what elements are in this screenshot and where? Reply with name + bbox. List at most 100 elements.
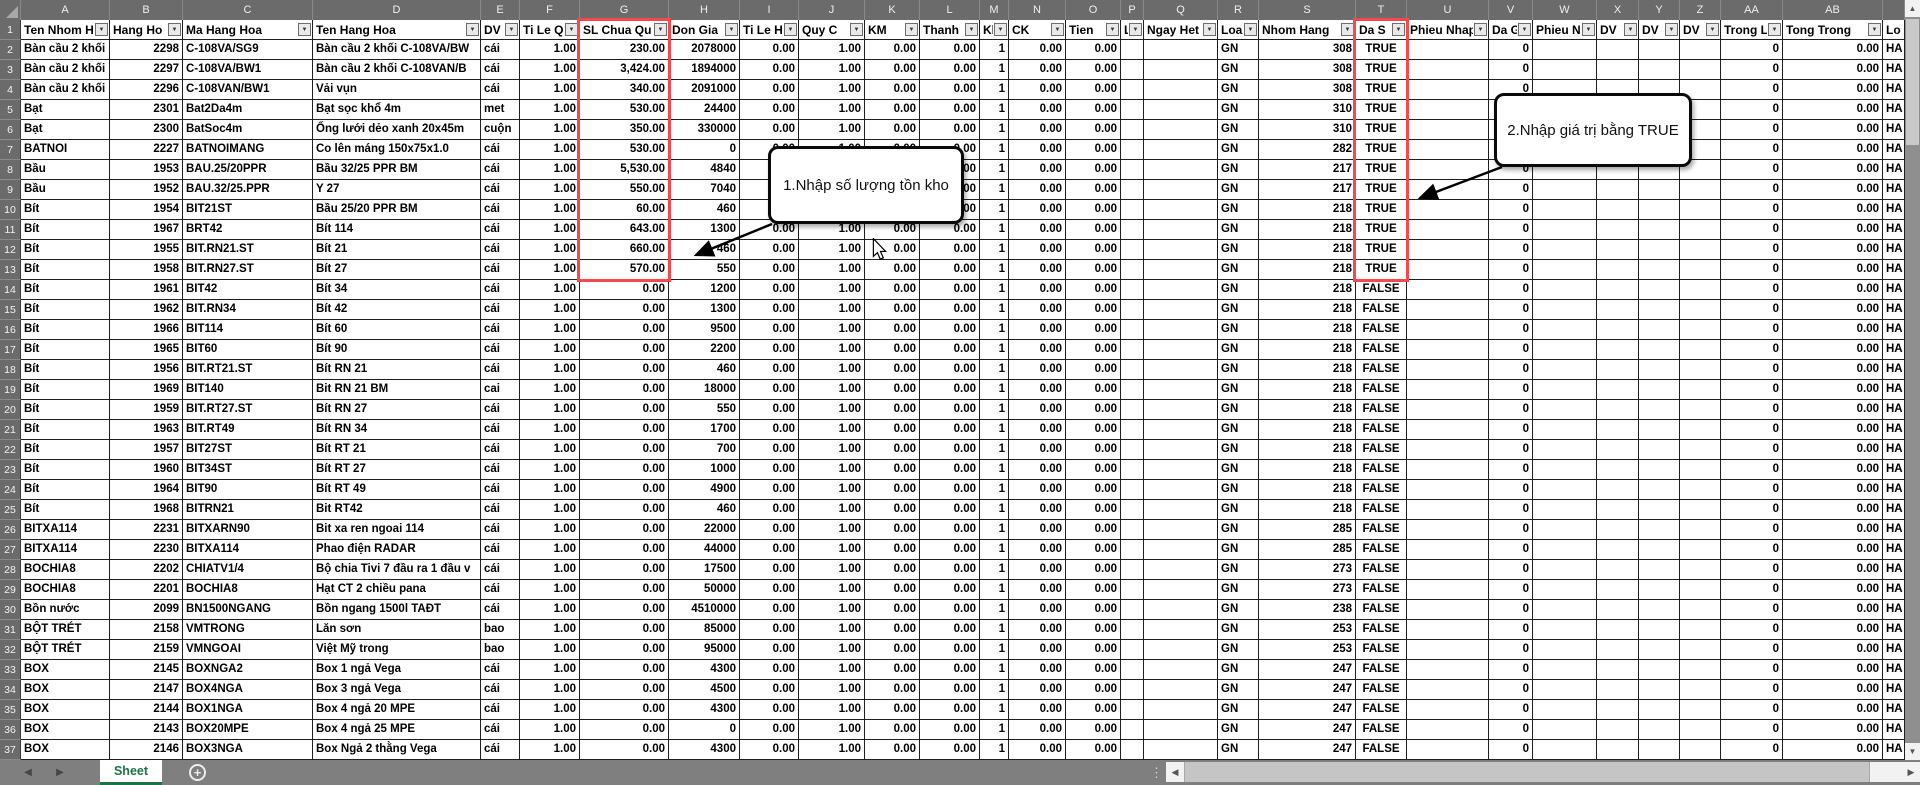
cell[interactable]: 1.00 bbox=[799, 360, 865, 380]
cell[interactable]: BOXNGA2 bbox=[183, 660, 313, 680]
cell[interactable] bbox=[1407, 560, 1489, 580]
cell[interactable] bbox=[1121, 240, 1144, 260]
cell[interactable] bbox=[1407, 260, 1489, 280]
cell[interactable]: TRUE bbox=[1356, 80, 1407, 100]
cell[interactable]: 0.00 bbox=[1783, 620, 1883, 640]
cell[interactable] bbox=[1533, 180, 1597, 200]
cell[interactable]: 0 bbox=[1489, 440, 1533, 460]
cell[interactable]: 273 bbox=[1259, 580, 1356, 600]
cell[interactable]: 2147 bbox=[110, 680, 183, 700]
cell[interactable]: 1.00 bbox=[520, 220, 580, 240]
cell[interactable]: 0.00 bbox=[920, 560, 980, 580]
cell[interactable] bbox=[1533, 700, 1597, 720]
column-letter-u[interactable]: U bbox=[1407, 0, 1489, 20]
cell[interactable]: 0.00 bbox=[865, 360, 920, 380]
cell[interactable] bbox=[1121, 40, 1144, 60]
cell[interactable] bbox=[1144, 740, 1218, 760]
cell[interactable]: 1.00 bbox=[799, 560, 865, 580]
cell[interactable] bbox=[1121, 140, 1144, 160]
cell[interactable]: 0 bbox=[1489, 420, 1533, 440]
cell[interactable]: BIT.RN21.ST bbox=[183, 240, 313, 260]
column-letter-r[interactable]: R bbox=[1218, 0, 1259, 20]
cell[interactable]: 0.00 bbox=[1009, 360, 1066, 380]
cell[interactable]: 0 bbox=[669, 720, 740, 740]
cell[interactable]: FALSE bbox=[1356, 480, 1407, 500]
cell[interactable] bbox=[1533, 480, 1597, 500]
cell[interactable]: GN bbox=[1218, 740, 1259, 760]
cell[interactable]: 1 bbox=[980, 280, 1009, 300]
row-number[interactable]: 12 bbox=[0, 240, 21, 260]
cell[interactable]: 0.00 bbox=[1783, 160, 1883, 180]
cell[interactable]: 0.00 bbox=[865, 680, 920, 700]
cell[interactable]: TRUE bbox=[1356, 180, 1407, 200]
cell[interactable]: Bít bbox=[21, 220, 110, 240]
cell[interactable]: GN bbox=[1218, 680, 1259, 700]
cell[interactable]: HA bbox=[1883, 600, 1905, 620]
cell[interactable]: 0 bbox=[1489, 400, 1533, 420]
cell[interactable]: 0.00 bbox=[580, 540, 669, 560]
cell[interactable]: 0.00 bbox=[1783, 660, 1883, 680]
cell[interactable]: 0.00 bbox=[1009, 140, 1066, 160]
cell[interactable]: 460 bbox=[669, 360, 740, 380]
cell[interactable]: 0.00 bbox=[740, 100, 799, 120]
cell[interactable]: 0.00 bbox=[920, 80, 980, 100]
cell[interactable]: 0.00 bbox=[580, 420, 669, 440]
cell[interactable]: 0.00 bbox=[1066, 580, 1121, 600]
cell[interactable]: C-108VA/SG9 bbox=[183, 40, 313, 60]
cell[interactable]: 5,530.00 bbox=[580, 160, 669, 180]
cell[interactable] bbox=[1680, 560, 1721, 580]
cell[interactable]: GN bbox=[1218, 40, 1259, 60]
cell[interactable]: Bít bbox=[21, 460, 110, 480]
horizontal-scrollbar-thumb[interactable] bbox=[1184, 762, 1870, 782]
cell[interactable]: Bít bbox=[21, 320, 110, 340]
cell[interactable] bbox=[1533, 460, 1597, 480]
cell[interactable] bbox=[1597, 480, 1639, 500]
cell[interactable]: Bầu 32/25 PPR BM bbox=[313, 160, 481, 180]
cell[interactable]: 1.00 bbox=[520, 420, 580, 440]
cell[interactable] bbox=[1680, 280, 1721, 300]
cell[interactable]: 1 bbox=[980, 400, 1009, 420]
column-letter-a[interactable]: A bbox=[21, 0, 110, 20]
cell[interactable] bbox=[1121, 500, 1144, 520]
cell[interactable]: 0.00 bbox=[920, 120, 980, 140]
cell[interactable]: cái bbox=[481, 540, 520, 560]
cell[interactable]: 0.00 bbox=[740, 380, 799, 400]
cell[interactable]: 1 bbox=[980, 640, 1009, 660]
cell[interactable]: 0 bbox=[1721, 720, 1783, 740]
cell[interactable] bbox=[1533, 300, 1597, 320]
cell[interactable]: 0.00 bbox=[920, 740, 980, 760]
cell[interactable]: 1967 bbox=[110, 220, 183, 240]
cell[interactable]: BỘT TRÉT bbox=[21, 640, 110, 660]
cell[interactable]: Bàn cầu 2 khối C-108VA/BW bbox=[313, 40, 481, 60]
cell[interactable]: 218 bbox=[1259, 240, 1356, 260]
cell[interactable]: 0 bbox=[1721, 300, 1783, 320]
cell[interactable]: 1.00 bbox=[799, 400, 865, 420]
cell[interactable]: 1952 bbox=[110, 180, 183, 200]
cell[interactable]: 1.00 bbox=[520, 280, 580, 300]
cell[interactable]: 1 bbox=[980, 60, 1009, 80]
cell[interactable]: HA bbox=[1883, 360, 1905, 380]
cell[interactable]: 218 bbox=[1259, 440, 1356, 460]
cell[interactable]: 0.00 bbox=[1066, 600, 1121, 620]
cell[interactable] bbox=[1597, 340, 1639, 360]
cell[interactable] bbox=[1533, 380, 1597, 400]
cell[interactable]: Bít RT 27 bbox=[313, 460, 481, 480]
cell[interactable]: 0.00 bbox=[1009, 560, 1066, 580]
cell[interactable]: 1 bbox=[980, 700, 1009, 720]
cell[interactable]: 1.00 bbox=[799, 720, 865, 740]
cell[interactable]: 0.00 bbox=[1009, 100, 1066, 120]
cell[interactable]: 1963 bbox=[110, 420, 183, 440]
cell[interactable]: 0.00 bbox=[580, 460, 669, 480]
cell[interactable]: 0.00 bbox=[1783, 240, 1883, 260]
cell[interactable]: 1968 bbox=[110, 500, 183, 520]
select-all-corner[interactable] bbox=[0, 0, 21, 20]
cell[interactable]: 0 bbox=[1489, 620, 1533, 640]
cell[interactable] bbox=[1407, 540, 1489, 560]
filter-button[interactable]: ▼ bbox=[298, 23, 311, 36]
cell[interactable]: Box 1 ngả Vega bbox=[313, 660, 481, 680]
cell[interactable]: 0 bbox=[1721, 40, 1783, 60]
cell[interactable]: 1.00 bbox=[520, 700, 580, 720]
cell[interactable]: 285 bbox=[1259, 520, 1356, 540]
cell[interactable] bbox=[1639, 360, 1680, 380]
cell[interactable]: 24400 bbox=[669, 100, 740, 120]
